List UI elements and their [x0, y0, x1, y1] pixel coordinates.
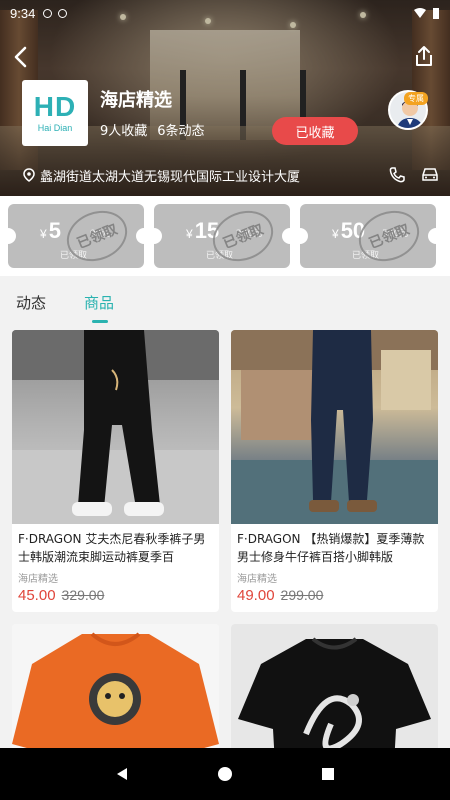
active-tab-indicator	[92, 319, 109, 323]
product-original-price: 329.00	[61, 587, 105, 603]
coupon-card[interactable]: ¥15 200元 已领取 已领取	[154, 204, 290, 268]
status-icons	[43, 8, 68, 18]
coupon-notch	[282, 228, 290, 244]
product-card[interactable]: F·DRAGON 艾夫杰尼春秋季裤子男士韩版潮流束脚运动裤夏季百 海店精选 45…	[12, 330, 219, 612]
tab-updates[interactable]: 动态	[16, 292, 46, 313]
settings-status-icon	[43, 8, 53, 18]
address-actions	[388, 166, 440, 184]
wifi-icon	[414, 8, 426, 18]
collected-button[interactable]: 已收藏	[272, 117, 358, 145]
back-arrow-icon[interactable]	[8, 44, 34, 70]
sync-status-icon	[58, 8, 68, 18]
nav-recents-icon[interactable]	[320, 766, 336, 782]
coupon-card[interactable]: ¥50 500元 已领取 已领取	[300, 204, 436, 268]
jeans-photo	[231, 330, 438, 524]
status-right	[414, 7, 440, 19]
address-row: 蠡湖街道太湖大道无锡现代国际工业设计大厦	[22, 162, 440, 188]
nav-back-icon[interactable]	[114, 766, 130, 782]
jogger-pants-photo	[12, 330, 219, 524]
product-grid: F·DRAGON 艾夫杰尼春秋季裤子男士韩版潮流束脚运动裤夏季百 海店精选 45…	[12, 330, 438, 800]
coupon-notch	[8, 228, 16, 244]
tab-products-label: 商品	[84, 293, 115, 312]
tab-products[interactable]: 商品	[84, 292, 115, 323]
product-title: F·DRAGON 艾夫杰尼春秋季裤子男士韩版潮流束脚运动裤夏季百	[18, 532, 206, 564]
coupon-notch	[300, 228, 308, 244]
store-header: 9:34 HD Hai Dian 海店精选 9人收藏 6条动态 已收藏 专属 蠡…	[0, 0, 450, 196]
store-name: 海店精选	[100, 90, 172, 111]
store-page: 9:34 HD Hai Dian 海店精选 9人收藏 6条动态 已收藏 专属 蠡…	[0, 0, 450, 800]
status-bar: 9:34	[0, 0, 450, 26]
coupon-yen: ¥	[332, 227, 339, 241]
location-pin-icon	[23, 168, 35, 182]
nav-home-icon[interactable]	[217, 766, 233, 782]
store-logo-sub: Hai Dian	[37, 123, 73, 133]
system-navigation-bar	[0, 748, 450, 800]
store-address: 蠡湖街道太湖大道无锡现代国际工业设计大厦	[40, 169, 301, 185]
coupon-notch	[428, 228, 436, 244]
product-title: F·DRAGON 【热销爆款】夏季薄款男士修身牛仔裤百搭小脚韩版	[237, 532, 425, 564]
store-logo: HD Hai Dian	[22, 80, 88, 146]
product-card[interactable]: F·DRAGON 【热销爆款】夏季薄款男士修身牛仔裤百搭小脚韩版 海店精选 49…	[231, 330, 438, 612]
coupon-list: ¥5 90元 已领取 已领取 ¥15 200元 已领取 已领取 ¥50 500元…	[0, 196, 450, 276]
favorites-count: 9人收藏	[100, 124, 148, 139]
product-shop: 海店精选	[18, 574, 58, 585]
coupon-amount: ¥5	[40, 218, 61, 244]
service-badge: 专属	[404, 92, 428, 105]
product-shop: 海店精选	[237, 574, 277, 585]
coupon-card[interactable]: ¥5 90元 已领取 已领取	[8, 204, 144, 268]
coupon-notch	[154, 228, 162, 244]
product-price: 49.00	[237, 587, 275, 604]
store-stats: 9人收藏 6条动态	[100, 120, 205, 139]
coupon-yen: ¥	[40, 227, 47, 241]
coupon-notch	[136, 228, 144, 244]
updates-count: 6条动态	[157, 124, 205, 139]
product-image	[231, 330, 438, 524]
product-price: 45.00	[18, 587, 56, 604]
battery-icon	[433, 8, 439, 19]
product-image	[12, 330, 219, 524]
share-icon[interactable]	[412, 44, 436, 68]
store-logo-main: HD	[33, 91, 77, 122]
phone-icon[interactable]	[388, 166, 406, 184]
coupon-yen: ¥	[186, 227, 193, 241]
product-price-row: 45.00 329.00	[12, 585, 219, 612]
product-original-price: 299.00	[280, 587, 324, 603]
coupon-value: 5	[48, 218, 61, 243]
car-icon[interactable]	[420, 166, 440, 184]
status-time: 9:34	[10, 5, 36, 21]
content-tabs: 动态 商品	[0, 278, 450, 326]
product-price-row: 49.00 299.00	[231, 585, 438, 612]
